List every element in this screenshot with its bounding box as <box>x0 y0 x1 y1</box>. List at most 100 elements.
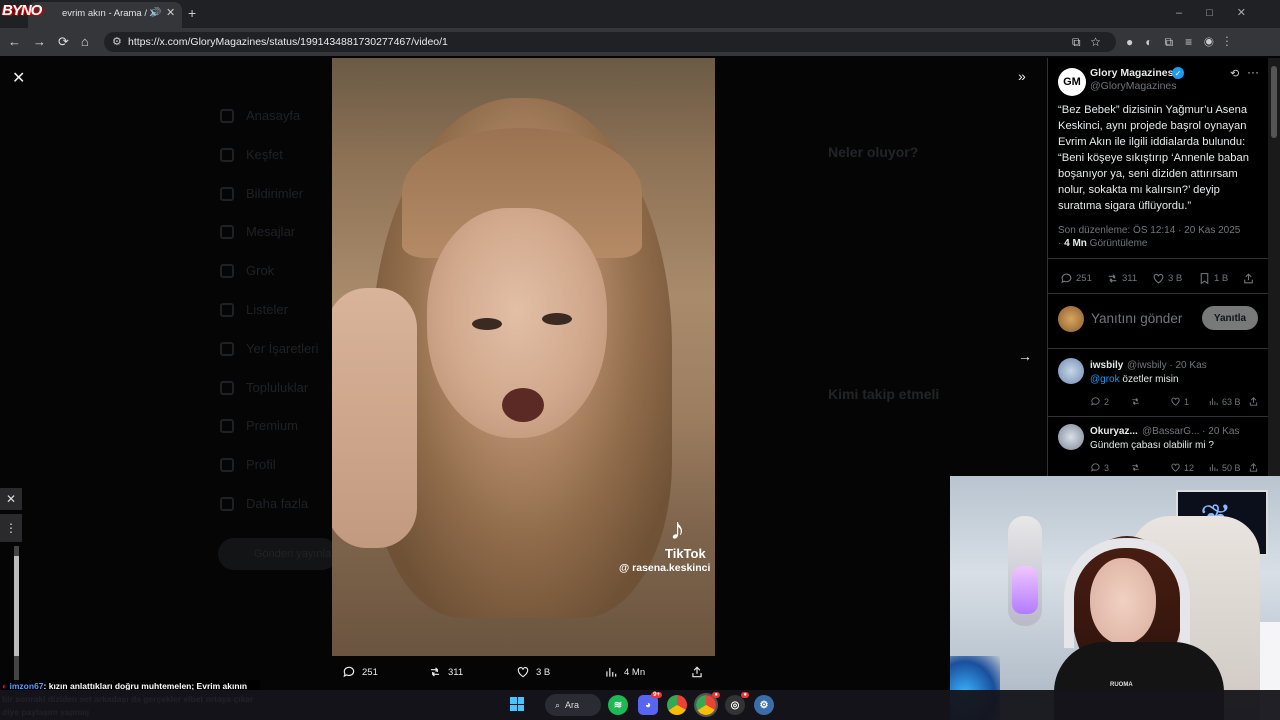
bg-nav-item: Mesajlar <box>220 224 295 239</box>
taskbar-search[interactable]: ⌕ Ara <box>545 694 601 716</box>
video-like-button[interactable]: 3 B <box>516 665 550 679</box>
bookmark-star-icon[interactable]: ⧉☆ <box>1072 35 1110 50</box>
bg-nav-item: Profil <box>220 457 276 472</box>
repost-icon <box>1132 463 1139 472</box>
views-count: 4 Mn <box>1064 238 1087 249</box>
author-name[interactable]: Glory Magazines <box>1090 67 1173 79</box>
new-tab-icon[interactable]: + <box>188 5 196 21</box>
comment-text: Gündem çabası olabilir mi ? <box>1090 440 1214 451</box>
tab-title[interactable]: evrim akın - Arama / X <box>62 8 156 19</box>
reply-count: 251 <box>1076 273 1092 284</box>
share-button[interactable] <box>1242 272 1255 285</box>
heart-icon <box>517 667 529 678</box>
comment-share-button[interactable] <box>1248 462 1259 473</box>
author-handle[interactable]: @GloryMagazines <box>1090 80 1177 92</box>
comment-reply-button[interactable]: 2 <box>1090 396 1109 407</box>
scrollbar-thumb[interactable] <box>1271 66 1277 138</box>
share-icon <box>1244 273 1253 284</box>
video-player[interactable]: ♪ TikTok @ rasena.keskinci <box>332 58 715 656</box>
reply-input[interactable]: Yanıtını gönder <box>1091 311 1182 326</box>
comment-share-button[interactable] <box>1248 396 1259 407</box>
video-views-count: 4 Mn <box>624 666 646 678</box>
comment-views[interactable]: 50 B <box>1208 462 1241 473</box>
obs-icon[interactable]: ◎ ● <box>725 692 749 715</box>
comment-views[interactable]: 63 B <box>1208 396 1241 407</box>
video-share-button[interactable] <box>690 665 704 679</box>
mention-link[interactable]: @grok <box>1090 374 1120 385</box>
comment-repost-button[interactable] <box>1130 396 1141 407</box>
video-views-button[interactable]: 4 Mn <box>604 665 645 679</box>
next-arrow-icon[interactable]: → <box>1018 348 1032 364</box>
comment-avatar[interactable] <box>1058 424 1084 450</box>
streamer-logo: BYNO <box>2 2 42 19</box>
chat-scrollbar-thumb[interactable] <box>14 556 19 656</box>
expand-icon[interactable]: » <box>1018 68 1026 84</box>
comment-repost-button[interactable] <box>1130 462 1141 473</box>
comment-handle: @iwsbily · 20 Kas <box>1127 360 1207 371</box>
post-text: “Bez Bebek” dizisinin Yağmur’u Asena Kes… <box>1058 104 1249 212</box>
window-controls[interactable]: –□✕ <box>1176 6 1270 19</box>
divider <box>1048 416 1268 417</box>
windows-start-icon[interactable] <box>510 697 524 711</box>
video-repost-button[interactable]: 311 <box>428 665 463 679</box>
comment-like-button[interactable]: 12 <box>1170 462 1194 473</box>
bookmark-button[interactable]: 1 B <box>1198 272 1228 285</box>
repost-button[interactable]: 311 <box>1106 272 1137 285</box>
reply-icon <box>1091 463 1100 472</box>
like-button[interactable]: 3 B <box>1152 272 1182 285</box>
webcam-shirt-text: RUOMA <box>1110 682 1133 688</box>
video-like-count: 3 B <box>536 666 551 678</box>
bg-nav-item: Anasayfa <box>220 108 300 123</box>
bookmark-count: 1 B <box>1214 273 1229 284</box>
video-reply-count: 251 <box>362 666 378 678</box>
reply-submit-button[interactable]: Yanıtla <box>1202 306 1258 330</box>
bg-post-button-label: Gönderi yayınla <box>254 548 332 560</box>
spotify-icon[interactable]: ≋ <box>608 695 628 715</box>
bg-nav-item: Topluluklar <box>220 380 308 395</box>
extensions-icons[interactable]: ●◐⧉≡◉⋮ <box>1126 35 1241 50</box>
site-info-icon[interactable]: ⚙ <box>112 35 122 48</box>
close-tab-icon[interactable]: ✕ <box>166 6 175 19</box>
video-frame-eye <box>472 318 502 330</box>
comment-author[interactable]: iwsbily <box>1090 360 1123 371</box>
repost-icon <box>1132 397 1139 406</box>
my-avatar[interactable] <box>1058 306 1084 332</box>
heart-icon <box>1171 463 1180 472</box>
reply-icon <box>343 666 355 678</box>
comment-text: @grok özetler misin <box>1090 374 1179 385</box>
background-nav: Anasayfa Keşfet Bildirimler Mesajlar Gro… <box>220 56 330 690</box>
comment-like-button[interactable]: 1 <box>1170 396 1189 407</box>
reply-button[interactable]: 251 <box>1060 272 1092 285</box>
repost-count: 311 <box>1122 273 1138 284</box>
views-label: Görüntüleme <box>1089 238 1148 249</box>
share-icon <box>1249 397 1258 406</box>
video-reply-button[interactable]: 251 <box>342 665 378 679</box>
webcam-mic-glow <box>1012 566 1038 614</box>
speaker-icon[interactable]: 🔊 <box>150 7 161 17</box>
views-icon <box>606 667 617 677</box>
tiktok-label: TikTok <box>665 546 706 561</box>
divider <box>1048 348 1268 349</box>
discord-icon[interactable]: ◕ 9+ <box>638 692 662 715</box>
author-avatar[interactable]: GM <box>1058 68 1086 96</box>
settings-gear-icon[interactable]: ⚙ <box>754 695 774 715</box>
chat-close-icon[interactable]: ✕ <box>0 488 22 510</box>
close-icon[interactable]: ✕ <box>12 68 25 88</box>
chrome-icon[interactable] <box>667 695 687 715</box>
chrome-profile-icon[interactable]: ● <box>694 692 720 717</box>
post-edited-timestamp[interactable]: Son düzenleme: ÖS 12:14 · 20 Kas 2025 <box>1058 225 1240 236</box>
comment-author[interactable]: Okuryaz... <box>1090 426 1138 437</box>
bg-trending-header: Neler oluyor? <box>828 144 919 160</box>
comment-reply-button[interactable]: 3 <box>1090 462 1109 473</box>
comment-avatar[interactable] <box>1058 358 1084 384</box>
repost-icon <box>1108 274 1117 283</box>
grok-icon[interactable]: ⟲ <box>1230 67 1239 80</box>
bookmark-icon <box>1200 273 1209 285</box>
chat-menu-icon[interactable]: ⋮ <box>0 514 22 542</box>
nav-buttons[interactable]: ←→⟳⌂ <box>8 34 101 50</box>
webcam-feed: ❦ RUOMA <box>950 476 1280 720</box>
url-text[interactable]: https://x.com/GloryMagazines/status/1991… <box>128 36 448 48</box>
video-frame-hand <box>332 288 417 548</box>
more-icon[interactable]: ··· <box>1247 65 1259 79</box>
divider <box>1048 293 1268 294</box>
